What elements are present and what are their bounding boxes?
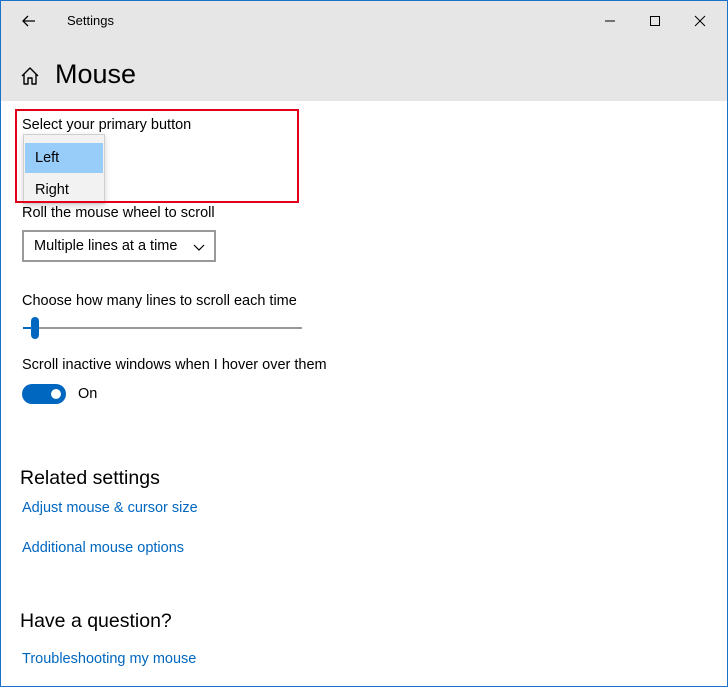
home-icon[interactable] — [19, 65, 41, 87]
back-button[interactable] — [7, 5, 51, 37]
minimize-icon — [605, 20, 615, 22]
option-left[interactable]: Left — [25, 143, 103, 173]
maximize-button[interactable] — [632, 1, 678, 41]
window-title: Settings — [67, 13, 114, 28]
scroll-wheel-label: Roll the mouse wheel to scroll — [22, 205, 215, 221]
scroll-mode-value: Multiple lines at a time — [34, 238, 178, 254]
back-arrow-icon — [22, 15, 35, 27]
lines-slider-fill — [23, 327, 32, 329]
chevron-down-icon — [193, 244, 205, 251]
title-bar[interactable]: Settings — [1, 1, 727, 41]
lines-slider-thumb[interactable] — [31, 317, 40, 339]
related-settings-heading: Related settings — [20, 467, 160, 489]
have-a-question-heading: Have a question? — [20, 610, 172, 632]
toggle-knob — [51, 389, 61, 399]
lines-label: Choose how many lines to scroll each tim… — [22, 293, 297, 309]
primary-button-dropdown-list: Left Right — [23, 134, 105, 204]
option-right[interactable]: Right — [25, 175, 103, 205]
primary-button-label: Select your primary button — [22, 117, 192, 133]
maximize-icon — [650, 16, 660, 26]
minimize-button[interactable] — [587, 1, 633, 41]
lines-slider-track[interactable] — [23, 327, 302, 329]
page-title: Mouse — [55, 59, 137, 89]
toggle-state-label: On — [78, 386, 98, 402]
close-button[interactable] — [677, 1, 723, 41]
close-icon — [694, 15, 706, 27]
troubleshooting-link[interactable]: Troubleshooting my mouse — [22, 651, 196, 667]
settings-window: Settings Mouse Select your primary butto… — [0, 0, 728, 687]
additional-mouse-options-link[interactable]: Additional mouse options — [22, 540, 184, 556]
adjust-cursor-size-link[interactable]: Adjust mouse & cursor size — [22, 500, 198, 516]
inactive-scroll-toggle[interactable] — [22, 384, 66, 404]
inactive-scroll-label: Scroll inactive windows when I hover ove… — [22, 357, 327, 373]
scroll-mode-select[interactable]: Multiple lines at a time — [22, 230, 216, 262]
